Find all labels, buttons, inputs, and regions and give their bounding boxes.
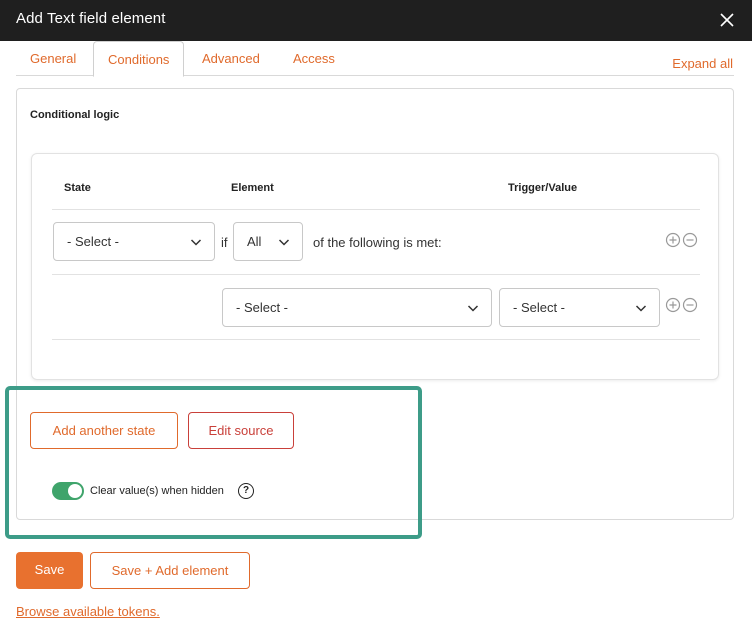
tab-conditions[interactable]: Conditions <box>93 41 185 77</box>
save-button[interactable]: Save <box>16 552 83 589</box>
column-header-element: Element <box>231 182 274 194</box>
help-icon[interactable]: ? <box>238 483 254 499</box>
conditional-logic-label: Conditional logic <box>30 109 120 121</box>
divider <box>52 209 700 210</box>
trigger-select-value: - Select - <box>513 300 566 315</box>
button-label: Save + Add element <box>111 563 229 578</box>
tab-label: Access <box>293 51 335 66</box>
clear-values-toggle[interactable] <box>52 482 84 500</box>
dialog-title: Add Text field element <box>16 10 166 27</box>
plus-circle-icon <box>665 297 681 313</box>
condition-suffix-text: of the following is met: <box>313 235 442 250</box>
chevron-down-icon <box>190 239 202 246</box>
button-label: Add another state <box>52 423 156 438</box>
add-another-state-button[interactable]: Add another state <box>30 412 178 449</box>
trigger-select[interactable]: - Select - <box>499 288 660 327</box>
tab-bar: General Conditions Advanced Access <box>16 41 734 77</box>
state-select-value: - Select - <box>67 234 120 249</box>
column-header-trigger-value: Trigger/Value <box>508 182 578 194</box>
conditions-table: State Element Trigger/Value - Select - i… <box>31 153 719 380</box>
toggle-knob <box>68 484 82 498</box>
tab-advanced[interactable]: Advanced <box>188 41 274 76</box>
button-label: Save <box>34 562 65 577</box>
if-text: if <box>221 235 228 250</box>
highlight-frame <box>5 386 422 539</box>
tab-label: General <box>30 51 77 66</box>
state-select[interactable]: - Select - <box>53 222 215 261</box>
minus-circle-icon <box>682 297 698 313</box>
element-select-value: - Select - <box>236 300 289 315</box>
chevron-down-icon <box>467 305 479 312</box>
add-remove-condition-icons[interactable] <box>665 297 699 313</box>
edit-source-button[interactable]: Edit source <box>188 412 294 449</box>
chevron-down-icon <box>278 239 290 246</box>
clear-values-label: Clear value(s) when hidden <box>90 485 224 497</box>
expand-all-link[interactable]: Expand all <box>672 56 733 71</box>
button-label: Edit source <box>208 423 274 438</box>
tab-label: Advanced <box>202 51 260 66</box>
minus-circle-icon <box>682 232 698 248</box>
divider <box>52 274 700 275</box>
element-select[interactable]: - Select - <box>222 288 492 327</box>
divider <box>52 339 700 340</box>
plus-circle-icon <box>665 232 681 248</box>
close-icon[interactable] <box>718 11 736 29</box>
add-remove-state-icons[interactable] <box>665 232 699 248</box>
save-add-element-button[interactable]: Save + Add element <box>90 552 250 589</box>
quantifier-select[interactable]: All <box>233 222 303 261</box>
browse-tokens-link[interactable]: Browse available tokens. <box>16 604 160 619</box>
quantifier-select-value: All <box>247 234 262 249</box>
tab-label: Conditions <box>108 52 170 67</box>
chevron-down-icon <box>635 305 647 312</box>
column-header-state: State <box>64 182 91 194</box>
dialog-titlebar: Add Text field element <box>0 0 752 41</box>
tab-general[interactable]: General <box>16 41 90 76</box>
tab-access[interactable]: Access <box>279 41 349 76</box>
